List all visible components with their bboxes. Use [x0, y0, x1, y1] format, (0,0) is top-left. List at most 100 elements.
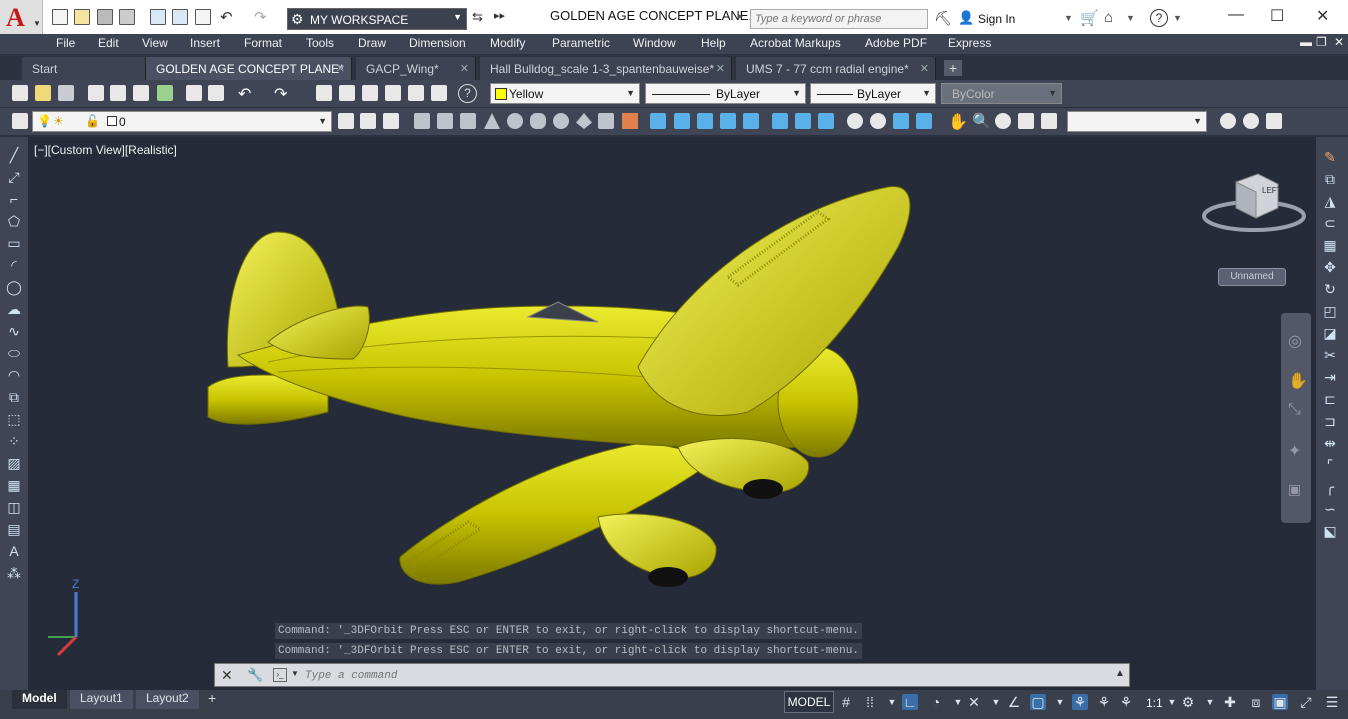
menu-dimension[interactable]: Dimension — [409, 36, 466, 50]
fillet-icon[interactable]: ╭ — [1322, 479, 1338, 495]
menu-insert[interactable]: Insert — [190, 36, 220, 50]
menu-format[interactable]: Format — [244, 36, 282, 50]
revolve-icon[interactable] — [720, 113, 736, 129]
pan-realtime-icon[interactable] — [316, 85, 332, 101]
sign-in-link[interactable]: Sign In — [978, 12, 1015, 26]
chevron-up-icon[interactable]: ▲ — [1115, 668, 1125, 679]
intersect-icon[interactable] — [818, 113, 834, 129]
lineweight-dropdown[interactable]: ByLayer ▼ — [810, 83, 936, 104]
orbit-nav-icon[interactable]: ✦ — [1288, 441, 1301, 461]
object-snap-tracking-icon[interactable]: ∠ — [1006, 694, 1022, 710]
auto-scale-icon[interactable]: ⚘ — [1096, 694, 1112, 710]
layer-dropdown[interactable]: 💡 ☀ 🔓 0 ▼ — [32, 111, 332, 132]
union-icon[interactable] — [772, 113, 788, 129]
exchange-apps-icon[interactable]: ⌂ — [1104, 9, 1113, 26]
workspace-switcher[interactable]: ⚙ MY WORKSPACE ▼ — [287, 8, 467, 30]
layout-tab-model[interactable]: Model — [12, 690, 67, 709]
chevron-down-icon[interactable]: ▼ — [1064, 13, 1073, 23]
line-icon[interactable]: ╱ — [6, 147, 22, 163]
steering-wheel-icon[interactable]: ◎ — [1288, 331, 1302, 351]
extrude-icon[interactable] — [650, 113, 666, 129]
wrench-icon[interactable]: 🔧 — [247, 667, 263, 683]
cylinder-solid-icon[interactable] — [437, 113, 453, 129]
chamfer-icon[interactable]: ⌜ — [1322, 457, 1338, 473]
save-icon[interactable] — [58, 85, 74, 101]
torus-icon[interactable] — [553, 113, 569, 129]
model-viewport[interactable]: Z — [28, 137, 1316, 690]
chevron-down-icon[interactable]: ▼ — [884, 694, 900, 710]
new-icon[interactable] — [52, 9, 68, 25]
close-tab-icon[interactable]: ✕ — [460, 62, 469, 75]
multiline-text-icon[interactable]: A — [6, 543, 22, 559]
annotation-scale[interactable]: 1:1 — [1146, 696, 1163, 710]
linetype-dropdown[interactable]: ByLayer ▼ — [645, 83, 806, 104]
polar-tracking-icon[interactable]: ◔ — [928, 694, 944, 710]
hardware-acceleration-icon[interactable]: ▣ — [1272, 694, 1288, 710]
customize-quick-access-icon[interactable]: ▸▸ — [494, 9, 505, 22]
share-drawing-icon[interactable]: ⇆ — [472, 9, 483, 25]
open-icon[interactable] — [74, 9, 90, 25]
join-icon[interactable]: ⇹ — [1322, 435, 1338, 451]
open-from-web-icon[interactable] — [150, 9, 166, 25]
menu-file[interactable]: File — [56, 36, 75, 50]
layer-properties-icon[interactable] — [12, 113, 28, 129]
layer-match-icon[interactable] — [383, 113, 399, 129]
break-at-point-icon[interactable]: ⊏ — [1322, 391, 1338, 407]
menu-express[interactable]: Express — [948, 36, 991, 50]
polyline-icon[interactable]: ⌐ — [6, 191, 22, 207]
pan-hand-icon[interactable]: ✋ — [948, 112, 968, 132]
search-input[interactable] — [751, 10, 929, 28]
3d-print-icon[interactable] — [157, 85, 173, 101]
rotate-icon[interactable]: ↻ — [1322, 281, 1338, 297]
cart-icon[interactable]: 🛒 — [1080, 9, 1099, 27]
gradient-icon[interactable]: ▦ — [6, 477, 22, 493]
tab-ums7-radial-engine[interactable]: UMS 7 - 77 ccm radial engine* ✕ — [736, 57, 936, 80]
3d-move-icon[interactable] — [847, 113, 863, 129]
redo-icon[interactable]: ↷ — [274, 84, 287, 104]
3d-array-icon[interactable] — [916, 113, 932, 129]
orbit-free-icon[interactable] — [1220, 113, 1236, 129]
calculator-icon[interactable] — [431, 85, 447, 101]
stretch-icon[interactable]: ◪ — [1322, 325, 1338, 341]
save-to-web-icon[interactable] — [172, 9, 188, 25]
help-icon[interactable]: ? — [1150, 9, 1168, 27]
redo-icon[interactable]: ↷ — [254, 8, 267, 26]
revision-cloud-icon[interactable]: ☁ — [6, 301, 22, 317]
array-icon[interactable]: ▦ — [1322, 237, 1338, 253]
doc-close-icon[interactable]: ✕ — [1334, 35, 1344, 49]
menu-acrobat-markups[interactable]: Acrobat Markups — [750, 36, 841, 50]
construction-line-icon[interactable]: ⤢ — [6, 169, 22, 185]
hatch-icon[interactable]: ▨ — [6, 455, 22, 471]
sweep-icon[interactable] — [697, 113, 713, 129]
table-icon[interactable]: ▤ — [6, 521, 22, 537]
walk-icon[interactable] — [1041, 113, 1057, 129]
trim-icon[interactable]: ✂ — [1322, 347, 1338, 363]
menu-modify[interactable]: Modify — [490, 36, 525, 50]
color-dropdown[interactable]: Yellow ▼ — [490, 83, 640, 104]
menu-view[interactable]: View — [142, 36, 168, 50]
erase-icon[interactable]: ✎ — [1322, 149, 1338, 165]
copy-icon[interactable]: ⧉ — [1322, 171, 1338, 187]
presspull-icon[interactable] — [674, 113, 690, 129]
circle-icon[interactable]: ◯ — [6, 279, 22, 295]
title-expand-icon[interactable]: ▸ — [738, 11, 743, 22]
orbit-continuous-icon[interactable] — [1243, 113, 1259, 129]
maximize-icon[interactable]: ☐ — [1270, 6, 1284, 26]
cut-icon[interactable] — [186, 85, 202, 101]
tab-hall-bulldog[interactable]: Hall Bulldog_scale 1-3_spantenbauweise* … — [480, 57, 732, 80]
add-layout-button[interactable]: + — [208, 690, 216, 706]
undo-icon[interactable]: ↶ — [220, 8, 233, 26]
chevron-down-icon[interactable]: ▼ — [1052, 694, 1068, 710]
wedge-icon[interactable] — [460, 113, 476, 129]
break-icon[interactable]: ⊐ — [1322, 413, 1338, 429]
properties-icon[interactable] — [339, 85, 355, 101]
plot-icon[interactable] — [88, 85, 104, 101]
match-properties-icon[interactable] — [208, 85, 224, 101]
ellipse-icon[interactable]: ⬭ — [6, 345, 22, 361]
minimize-icon[interactable]: — — [1228, 6, 1244, 24]
3d-rotate-icon[interactable] — [870, 113, 886, 129]
close-icon[interactable]: ✕ — [221, 667, 233, 684]
mirror-icon[interactable]: ◮ — [1322, 193, 1338, 209]
layer-previous-icon[interactable] — [360, 113, 376, 129]
add-icon[interactable]: ✚ — [1222, 694, 1238, 710]
